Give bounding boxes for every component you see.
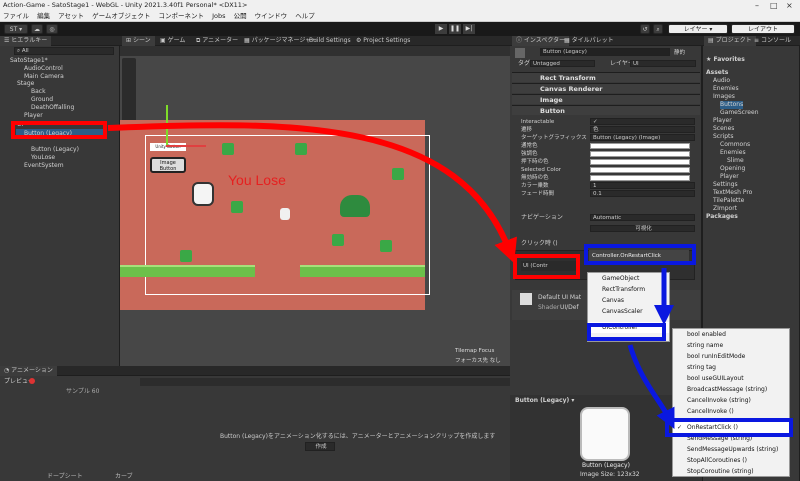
blue-arrow-2 (627, 344, 675, 429)
annotation-arrows (107, 122, 675, 429)
red-arrow (107, 122, 517, 264)
